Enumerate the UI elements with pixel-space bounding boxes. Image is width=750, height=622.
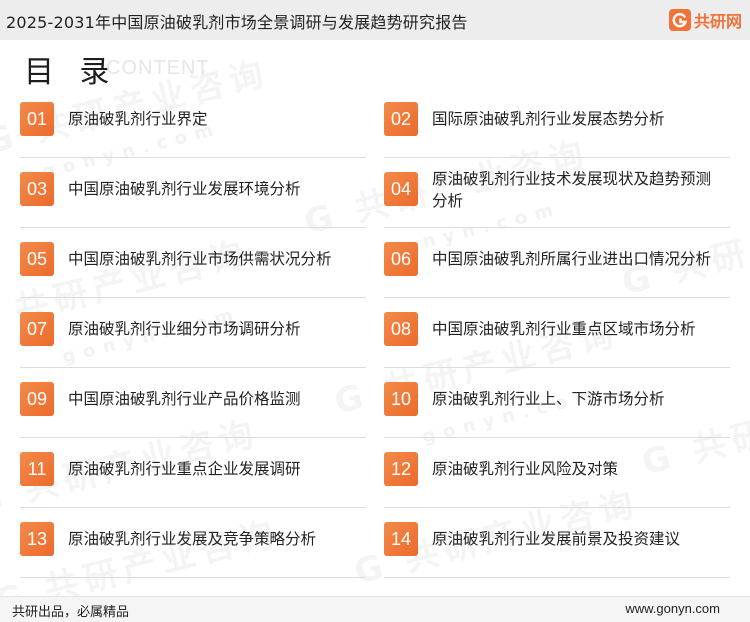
toc-item-12[interactable]: 12 原油破乳剂行业风险及对策 (384, 448, 730, 508)
toc-title: 目 录 (24, 55, 118, 90)
toc-item-09[interactable]: 09 中国原油破乳剂行业产品价格监测 (20, 378, 366, 438)
footer-slogan: 共研出品，必属精品 (12, 605, 130, 620)
toc-item-label: 中国原油破乳剂行业重点区域市场分析 (432, 320, 696, 338)
report-title: 2025-2031年中国原油破乳剂市场全景调研与发展趋势研究报告 (6, 13, 468, 32)
toc-item-number: 11 (20, 452, 54, 486)
toc-item-label: 国际原油破乳剂行业发展态势分析 (432, 110, 665, 128)
toc-item-03[interactable]: 03 中国原油破乳剂行业发展环境分析 (20, 168, 366, 228)
toc-item-label: 原油破乳剂行业界定 (68, 110, 208, 128)
toc-item-label: 中国原油破乳剂行业产品价格监测 (68, 390, 301, 408)
toc-item-number: 08 (384, 312, 418, 346)
toc-item-08[interactable]: 08 中国原油破乳剂行业重点区域市场分析 (384, 308, 730, 368)
toc-item-label: 原油破乳剂行业上、下游市场分析 (432, 390, 665, 408)
toc-item-10[interactable]: 10 原油破乳剂行业上、下游市场分析 (384, 378, 730, 438)
toc-subtitle: CONTENT (106, 57, 210, 79)
gonyn-logo-icon (668, 9, 691, 31)
brand-name: 共研网 (693, 12, 742, 31)
header-bar: 2025-2031年中国原油破乳剂市场全景调研与发展趋势研究报告 共研网 (0, 0, 750, 40)
toc-item-label: 原油破乳剂行业风险及对策 (432, 460, 619, 478)
toc-item-label: 中国原油破乳剂行业市场供需状况分析 (68, 250, 332, 268)
footer-bar: 共研出品，必属精品 www.gonyn.com (0, 596, 750, 622)
toc-item-04[interactable]: 04 原油破乳剂行业技术发展现状及趋势预测分析 (384, 168, 730, 228)
footer-website: www.gonyn.com (625, 601, 720, 616)
toc-item-number: 12 (384, 452, 418, 486)
toc-item-number: 05 (20, 242, 54, 276)
toc-item-number: 04 (384, 172, 418, 206)
toc-item-06[interactable]: 06 中国原油破乳剂所属行业进出口情况分析 (384, 238, 730, 298)
toc-item-07[interactable]: 07 原油破乳剂行业细分市场调研分析 (20, 308, 366, 368)
toc-item-number: 14 (384, 522, 418, 556)
toc-item-label: 原油破乳剂行业发展及竞争策略分析 (68, 530, 317, 548)
toc-item-number: 03 (20, 172, 54, 206)
toc-item-13[interactable]: 13 原油破乳剂行业发展及竞争策略分析 (20, 518, 366, 578)
brand-logo: 共研网 (668, 8, 742, 32)
toc-item-01[interactable]: 01 原油破乳剂行业界定 (20, 98, 366, 158)
toc-item-label: 原油破乳剂行业细分市场调研分析 (68, 320, 301, 338)
toc-item-number: 10 (384, 382, 418, 416)
toc-item-label: 中国原油破乳剂所属行业进出口情况分析 (432, 250, 712, 268)
toc-item-label: 中国原油破乳剂行业发展环境分析 (68, 180, 301, 198)
toc-item-05[interactable]: 05 中国原油破乳剂行业市场供需状况分析 (20, 238, 366, 298)
toc-item-number: 09 (20, 382, 54, 416)
toc-item-14[interactable]: 14 原油破乳剂行业发展前景及投资建议 (384, 518, 730, 578)
toc-item-number: 13 (20, 522, 54, 556)
toc-item-label: 原油破乳剂行业重点企业发展调研 (68, 460, 301, 478)
toc-item-number: 07 (20, 312, 54, 346)
toc-item-label: 原油破乳剂行业发展前景及投资建议 (432, 530, 681, 548)
toc-item-number: 01 (20, 102, 54, 136)
toc-item-number: 06 (384, 242, 418, 276)
toc-item-02[interactable]: 02 国际原油破乳剂行业发展态势分析 (384, 98, 730, 158)
toc-item-number: 02 (384, 102, 418, 136)
toc-item-11[interactable]: 11 原油破乳剂行业重点企业发展调研 (20, 448, 366, 508)
toc-item-label: 原油破乳剂行业技术发展现状及趋势预测分析 (432, 170, 712, 210)
